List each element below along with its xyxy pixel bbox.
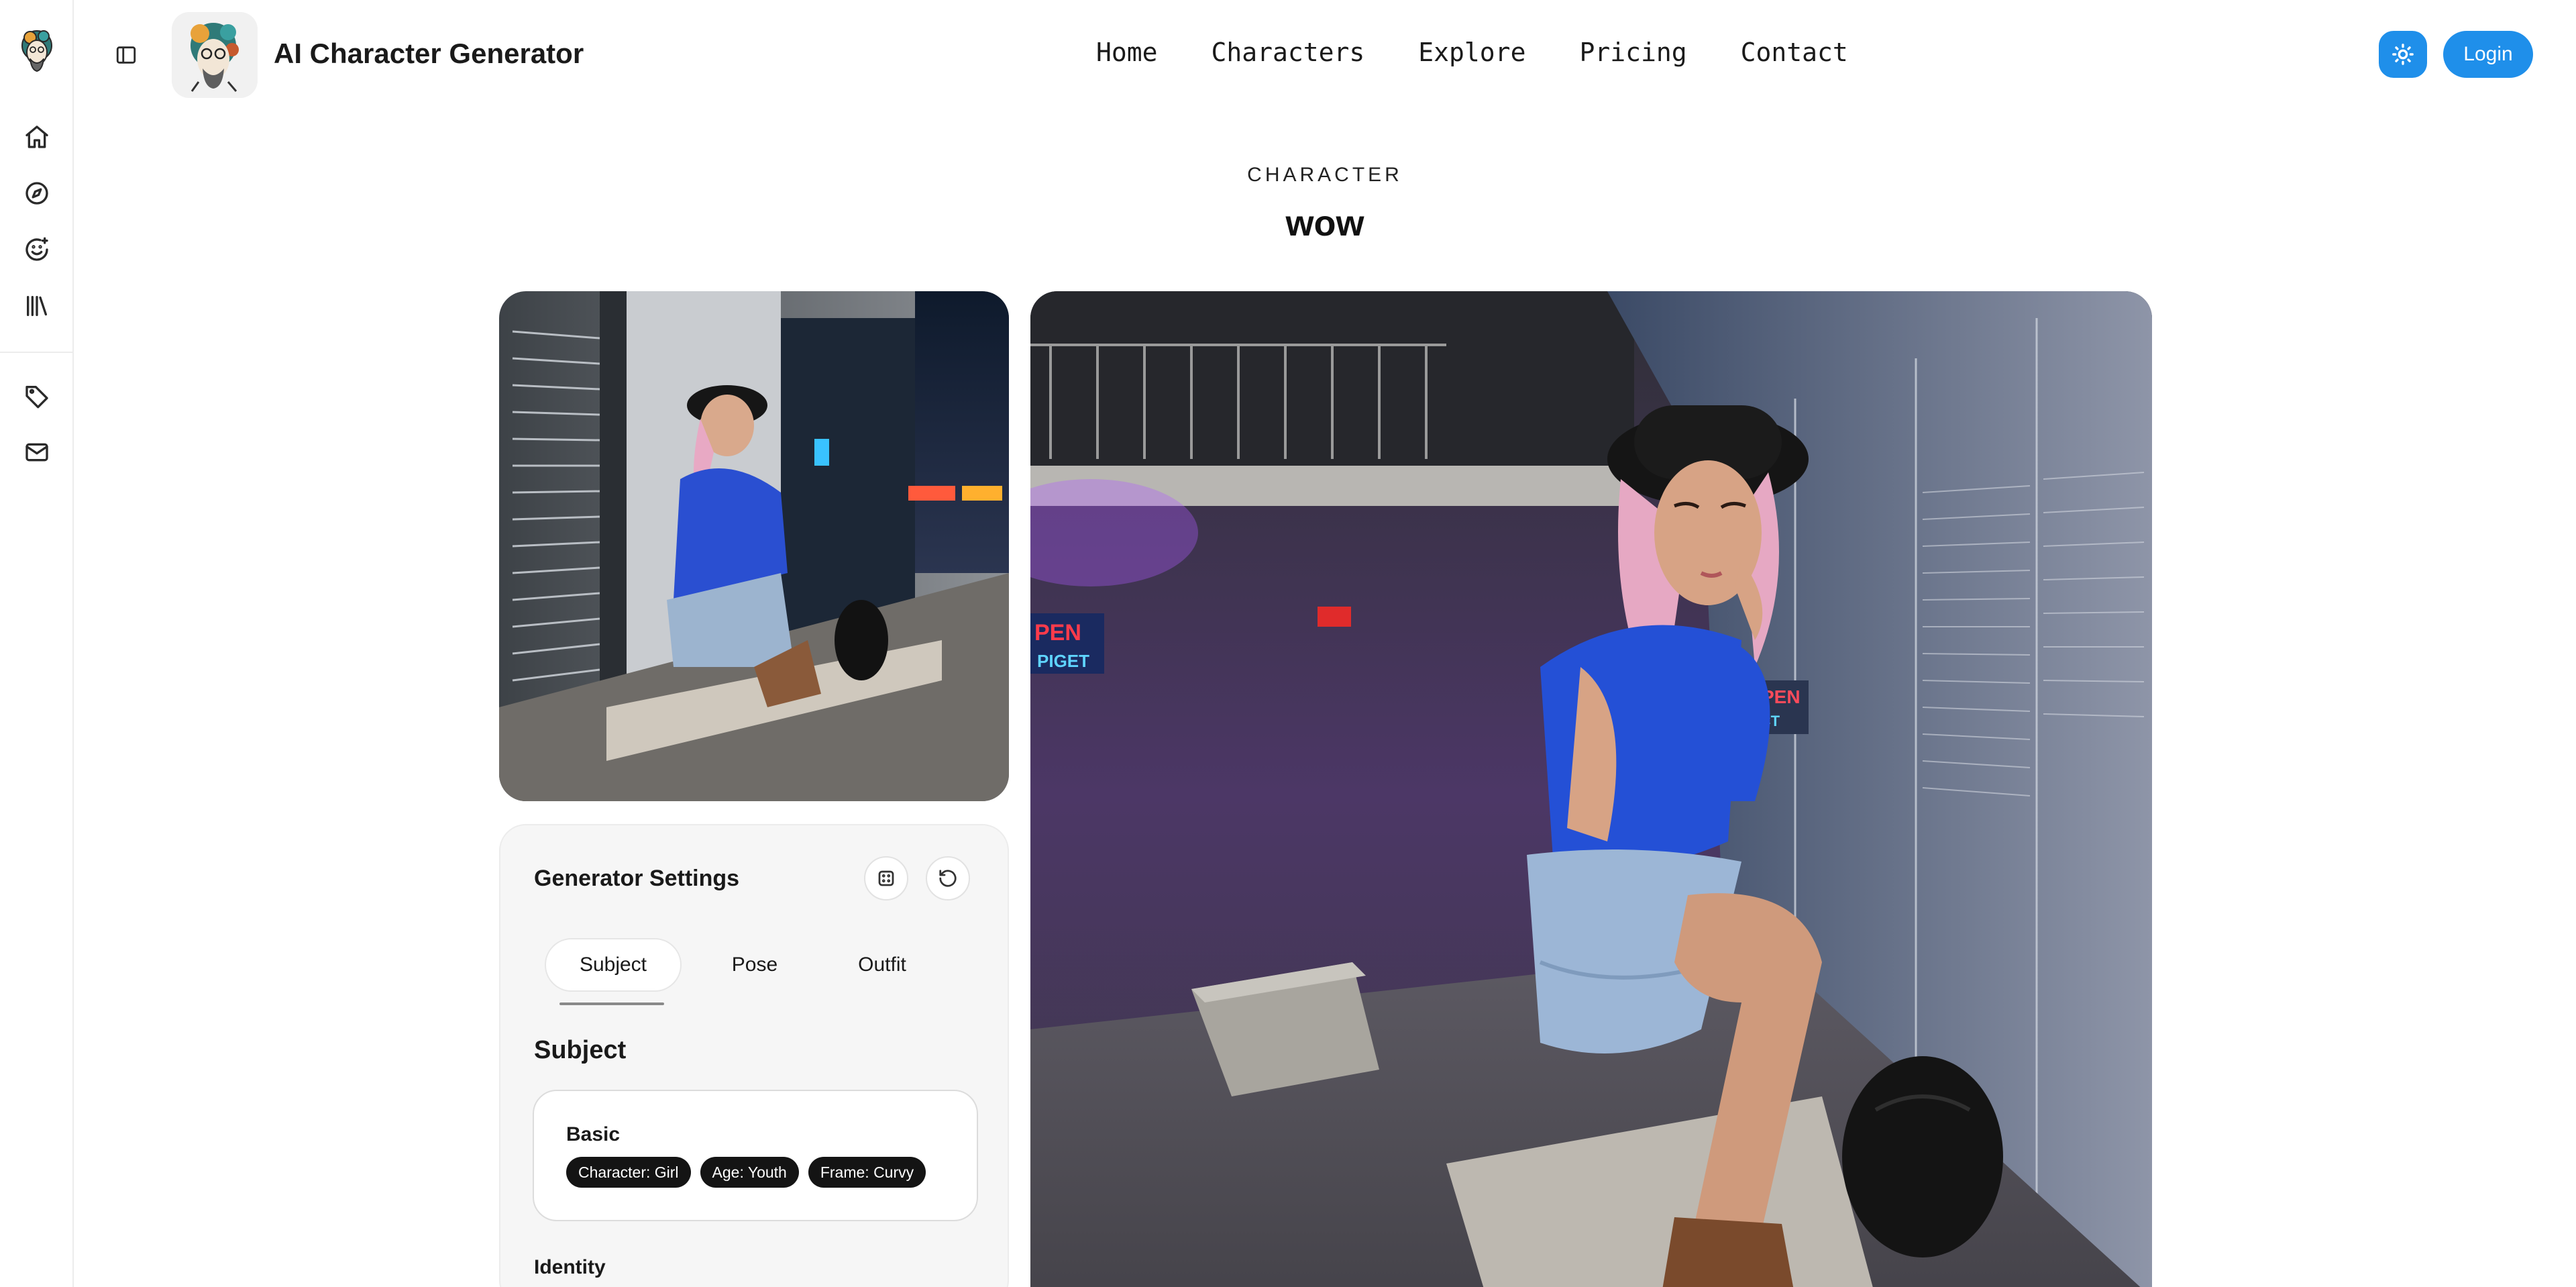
chip-frame[interactable]: Frame: Curvy [808, 1157, 926, 1188]
basic-chips: Character: Girl Age: Youth Frame: Curvy [566, 1157, 926, 1188]
svg-text:PEN: PEN [1034, 620, 1081, 646]
tab-pose[interactable]: Pose [698, 938, 812, 992]
app-logo-icon[interactable] [15, 25, 58, 81]
library-icon[interactable] [21, 290, 53, 322]
character-main-image[interactable]: PEN PIGET UOPEN ARCT [1030, 291, 2152, 1287]
svg-text:PIGET: PIGET [1037, 651, 1089, 671]
main-nav: Home Characters Explore Pricing Contact [1096, 38, 1848, 67]
theme-toggle-button[interactable] [2379, 31, 2427, 78]
settings-tabs: Subject Pose Outfit [543, 938, 975, 1008]
randomize-button[interactable] [864, 856, 908, 900]
identity-group-title[interactable]: Identity [534, 1256, 606, 1279]
rail-divider [0, 352, 74, 353]
active-tab-indicator [559, 1002, 664, 1005]
nav-contact[interactable]: Contact [1741, 38, 1848, 67]
basic-group-title: Basic [566, 1123, 621, 1145]
login-button[interactable]: Login [2443, 31, 2533, 78]
brand-name[interactable]: AI Character Generator [274, 38, 584, 70]
chip-age[interactable]: Age: Youth [700, 1157, 799, 1188]
page-eyebrow: CHARACTER [1247, 164, 1403, 186]
tag-icon[interactable] [21, 380, 53, 412]
tab-subject[interactable]: Subject [545, 938, 682, 992]
rotate-ccw-icon [939, 870, 957, 887]
nav-home[interactable]: Home [1096, 38, 1158, 67]
tabs-scroll-fade [922, 938, 975, 1008]
chip-character[interactable]: Character: Girl [566, 1157, 691, 1188]
nav-characters[interactable]: Characters [1212, 38, 1365, 67]
section-title: Subject [534, 1036, 627, 1064]
sidebar-toggle-icon[interactable] [111, 40, 141, 70]
brand-logo[interactable] [172, 12, 258, 98]
nav-explore[interactable]: Explore [1418, 38, 1525, 67]
mail-icon[interactable] [21, 436, 53, 468]
basic-group-card[interactable]: Basic Character: Girl Age: Youth Frame: … [533, 1090, 978, 1221]
icon-rail [0, 0, 74, 1287]
settings-title: Generator Settings [534, 866, 740, 891]
home-icon[interactable] [21, 121, 53, 153]
page-title: wow [1285, 203, 1364, 244]
character-thumbnail-image[interactable] [499, 291, 1009, 801]
nav-pricing[interactable]: Pricing [1579, 38, 1686, 67]
sun-icon [2392, 44, 2414, 65]
reset-button[interactable] [926, 856, 970, 900]
dice-icon [878, 870, 894, 886]
generator-settings-panel: Generator Settings Subject Pose Outfit S… [499, 824, 1009, 1287]
